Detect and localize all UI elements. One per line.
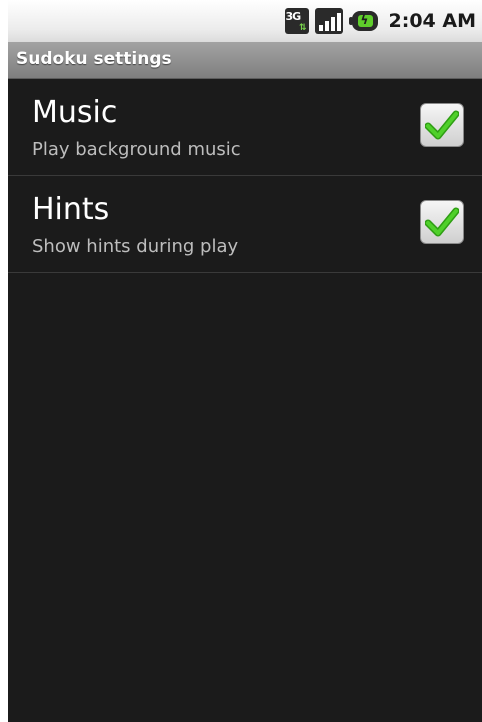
checkmark-icon [425,110,459,140]
pref-title: Hints [32,192,110,227]
title-bar: Sudoku settings [8,42,482,79]
pref-music[interactable]: Music Play background music [8,79,482,176]
pref-title: Music [32,95,118,130]
pref-summary: Show hints during play [32,236,239,257]
status-icons: 3G ⇅ ϟ 2:04 AM [284,7,477,35]
settings-screen: 3G ⇅ ϟ 2:04 AM Sudoku settings Music Pla… [8,0,482,722]
music-checkbox[interactable] [420,103,464,147]
page-title: Sudoku settings [16,49,172,69]
status-time: 2:04 AM [388,10,477,32]
network-3g-icon: 3G ⇅ [284,8,309,34]
status-bar: 3G ⇅ ϟ 2:04 AM [8,0,482,42]
battery-charging-icon: ϟ [348,11,379,31]
preference-list: Music Play background music Hints Show h… [8,79,482,273]
signal-strength-icon [314,8,343,34]
pref-hints[interactable]: Hints Show hints during play [8,176,482,273]
hints-checkbox[interactable] [420,200,464,244]
checkmark-icon [425,207,459,237]
network-type-label: 3G [285,10,302,23]
pref-summary: Play background music [32,139,241,160]
